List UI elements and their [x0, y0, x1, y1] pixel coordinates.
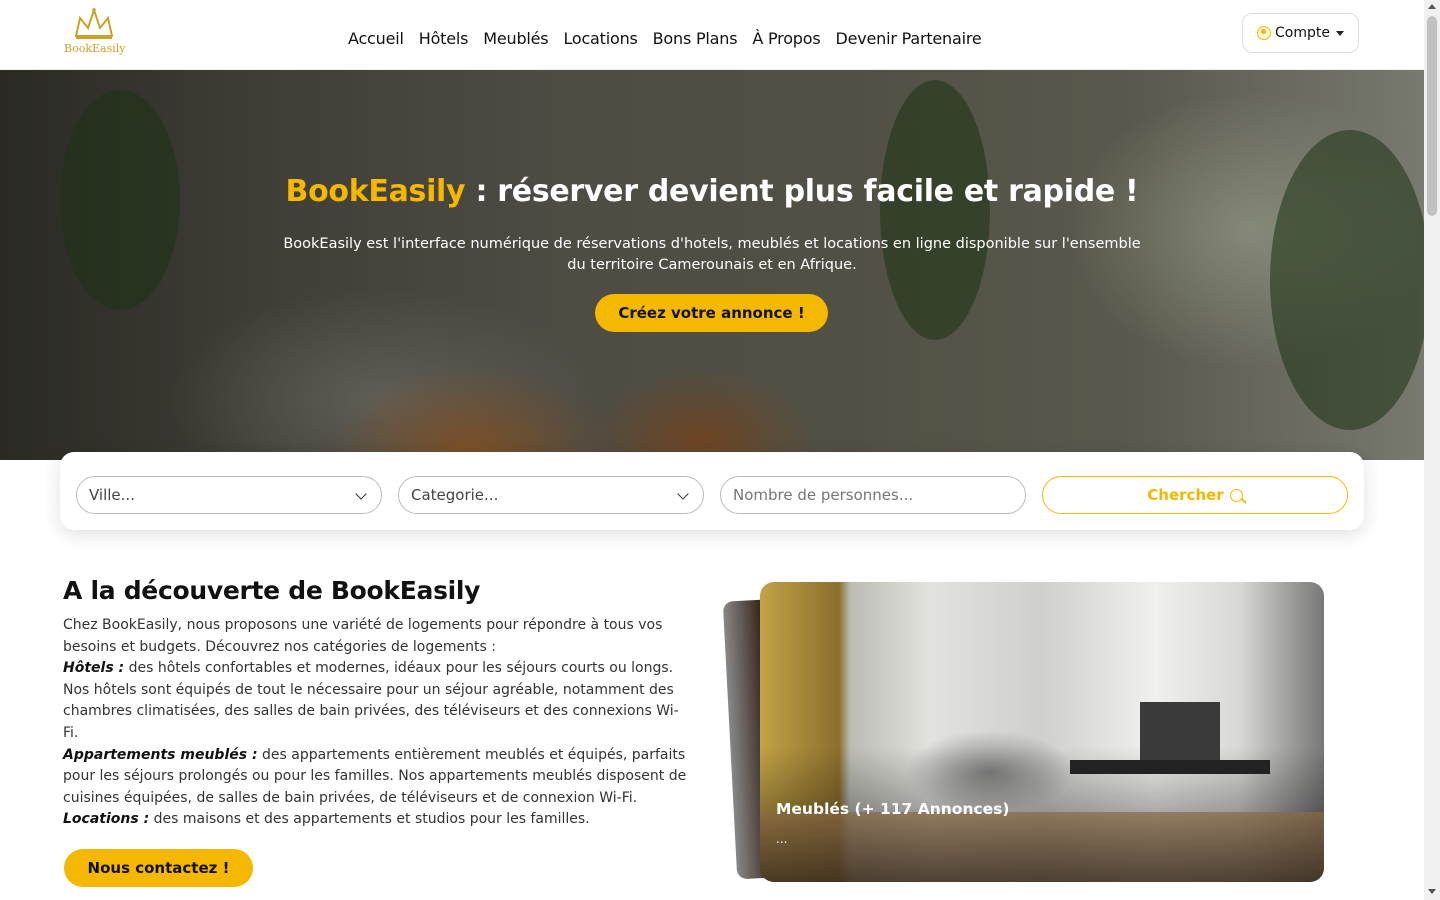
create-listing-button[interactable]: Créez votre annonce ! [595, 294, 828, 332]
about-furnished: Appartements meublés : des appartements … [63, 745, 691, 810]
crown-icon [74, 8, 114, 39]
logo-text: BookEasily [64, 42, 126, 55]
about-hotels-label: Hôtels : [63, 660, 125, 677]
hero-title: BookEasily : réserver devient plus facil… [0, 174, 1424, 209]
city-select-value: Ville... [89, 486, 135, 504]
search-icon [1229, 488, 1243, 502]
about-rentals-label: Locations : [63, 811, 150, 828]
category-card-meubles[interactable]: Meublés (+ 117 Annonces) ... [760, 582, 1324, 882]
about-furnished-label: Appartements meublés : [63, 746, 258, 763]
nav-hotels[interactable]: Hôtels [419, 29, 469, 48]
card-image-detail [1070, 760, 1270, 774]
search-button[interactable]: Chercher [1042, 476, 1348, 514]
logo[interactable]: BookEasily [64, 8, 128, 60]
account-dropdown-button[interactable]: Compte [1242, 13, 1359, 53]
about-intro: Chez BookEasily, nous proposons une vari… [63, 617, 663, 655]
account-label: Compte [1275, 25, 1330, 41]
search-button-label: Chercher [1147, 486, 1224, 504]
category-select-value: Categorie... [411, 486, 499, 504]
caret-down-icon [1335, 30, 1344, 36]
page-scrollbar[interactable] [1424, 0, 1440, 900]
scroll-up-arrow-icon[interactable] [1428, 4, 1436, 9]
nav-a-propos[interactable]: À Propos [752, 29, 820, 48]
about-title: A la découverte de BookEasily [63, 576, 481, 605]
main-nav: Accueil Hôtels Meublés Locations Bons Pl… [348, 29, 982, 48]
nav-locations[interactable]: Locations [563, 29, 637, 48]
card-image-detail [760, 812, 1324, 882]
search-bar: Ville... Categorie... Chercher [60, 452, 1364, 530]
card-title: Meublés (+ 117 Annonces) [776, 800, 1010, 818]
hero-bg-plant [880, 80, 990, 340]
about-rentals-text: des maisons et des appartements et studi… [149, 811, 590, 828]
contact-button[interactable]: Nous contactez ! [64, 849, 253, 887]
persons-input[interactable] [733, 486, 1013, 504]
hero-title-brand: BookEasily [285, 174, 466, 209]
nav-accueil[interactable]: Accueil [348, 29, 404, 48]
hero-banner: BookEasily : réserver devient plus facil… [0, 70, 1424, 460]
about-hotels-text: des hôtels confortables et modernes, idé… [63, 660, 679, 741]
nav-devenir-partenaire[interactable]: Devenir Partenaire [835, 29, 981, 48]
scroll-down-arrow-icon[interactable] [1428, 889, 1436, 894]
about-rentals: Locations : des maisons et des apparteme… [63, 809, 691, 831]
card-image-detail [1140, 702, 1220, 760]
about-hotels: Hôtels : des hôtels confortables et mode… [63, 658, 691, 744]
site-header: BookEasily Accueil Hôtels Meublés Locati… [0, 0, 1424, 70]
city-select[interactable]: Ville... [76, 476, 382, 514]
nav-meubles[interactable]: Meublés [483, 29, 548, 48]
card-subtitle: ... [776, 832, 788, 846]
hero-title-text: : réserver devient plus facile et rapide… [465, 174, 1139, 209]
persons-field[interactable] [720, 476, 1026, 514]
chevron-down-icon [355, 488, 367, 500]
user-icon [1257, 26, 1272, 40]
chevron-down-icon [677, 488, 689, 500]
nav-bons-plans[interactable]: Bons Plans [653, 29, 738, 48]
category-select[interactable]: Categorie... [398, 476, 704, 514]
hero-subtitle: BookEasily est l'interface numérique de … [283, 236, 1141, 273]
scroll-thumb[interactable] [1427, 16, 1437, 216]
about-text: Chez BookEasily, nous proposons une vari… [63, 615, 691, 831]
